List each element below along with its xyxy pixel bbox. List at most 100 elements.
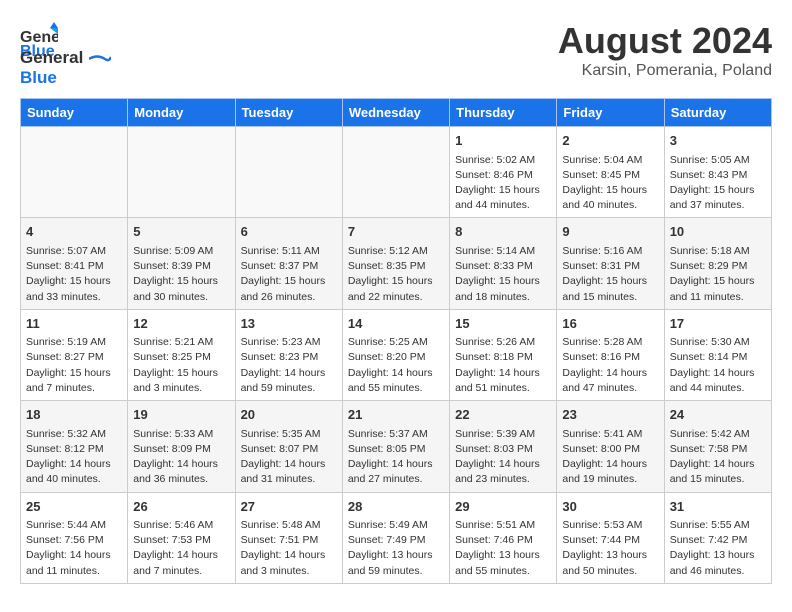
calendar-cell: 28Sunrise: 5:49 AM Sunset: 7:49 PM Dayli… bbox=[342, 492, 449, 583]
calendar-cell: 16Sunrise: 5:28 AM Sunset: 8:16 PM Dayli… bbox=[557, 309, 664, 400]
calendar-cell: 11Sunrise: 5:19 AM Sunset: 8:27 PM Dayli… bbox=[21, 309, 128, 400]
calendar-cell: 2Sunrise: 5:04 AM Sunset: 8:45 PM Daylig… bbox=[557, 127, 664, 218]
day-info: Sunrise: 5:02 AM Sunset: 8:46 PM Dayligh… bbox=[455, 153, 551, 214]
day-number: 3 bbox=[670, 131, 766, 151]
calendar-cell: 13Sunrise: 5:23 AM Sunset: 8:23 PM Dayli… bbox=[235, 309, 342, 400]
day-info: Sunrise: 5:07 AM Sunset: 8:41 PM Dayligh… bbox=[26, 244, 122, 305]
calendar-cell: 6Sunrise: 5:11 AM Sunset: 8:37 PM Daylig… bbox=[235, 218, 342, 309]
day-info: Sunrise: 5:18 AM Sunset: 8:29 PM Dayligh… bbox=[670, 244, 766, 305]
day-number: 21 bbox=[348, 405, 444, 425]
calendar-cell: 3Sunrise: 5:05 AM Sunset: 8:43 PM Daylig… bbox=[664, 127, 771, 218]
calendar-cell: 7Sunrise: 5:12 AM Sunset: 8:35 PM Daylig… bbox=[342, 218, 449, 309]
day-number: 18 bbox=[26, 405, 122, 425]
calendar-cell: 21Sunrise: 5:37 AM Sunset: 8:05 PM Dayli… bbox=[342, 401, 449, 492]
weekday-header-sunday: Sunday bbox=[21, 99, 128, 127]
calendar-cell: 10Sunrise: 5:18 AM Sunset: 8:29 PM Dayli… bbox=[664, 218, 771, 309]
day-number: 31 bbox=[670, 497, 766, 517]
calendar-cell: 25Sunrise: 5:44 AM Sunset: 7:56 PM Dayli… bbox=[21, 492, 128, 583]
day-info: Sunrise: 5:51 AM Sunset: 7:46 PM Dayligh… bbox=[455, 518, 551, 579]
calendar-cell: 15Sunrise: 5:26 AM Sunset: 8:18 PM Dayli… bbox=[450, 309, 557, 400]
calendar-cell: 22Sunrise: 5:39 AM Sunset: 8:03 PM Dayli… bbox=[450, 401, 557, 492]
logo-general: General bbox=[20, 48, 83, 67]
day-info: Sunrise: 5:46 AM Sunset: 7:53 PM Dayligh… bbox=[133, 518, 229, 579]
day-info: Sunrise: 5:37 AM Sunset: 8:05 PM Dayligh… bbox=[348, 427, 444, 488]
calendar-cell: 12Sunrise: 5:21 AM Sunset: 8:25 PM Dayli… bbox=[128, 309, 235, 400]
day-number: 25 bbox=[26, 497, 122, 517]
calendar-cell: 9Sunrise: 5:16 AM Sunset: 8:31 PM Daylig… bbox=[557, 218, 664, 309]
weekday-header-thursday: Thursday bbox=[450, 99, 557, 127]
weekday-header-saturday: Saturday bbox=[664, 99, 771, 127]
day-number: 7 bbox=[348, 222, 444, 242]
calendar-cell: 18Sunrise: 5:32 AM Sunset: 8:12 PM Dayli… bbox=[21, 401, 128, 492]
day-info: Sunrise: 5:25 AM Sunset: 8:20 PM Dayligh… bbox=[348, 335, 444, 396]
day-number: 24 bbox=[670, 405, 766, 425]
title-block: August 2024 Karsin, Pomerania, Poland bbox=[558, 20, 772, 80]
day-number: 28 bbox=[348, 497, 444, 517]
day-number: 5 bbox=[133, 222, 229, 242]
day-info: Sunrise: 5:14 AM Sunset: 8:33 PM Dayligh… bbox=[455, 244, 551, 305]
day-info: Sunrise: 5:12 AM Sunset: 8:35 PM Dayligh… bbox=[348, 244, 444, 305]
calendar-cell: 27Sunrise: 5:48 AM Sunset: 7:51 PM Dayli… bbox=[235, 492, 342, 583]
weekday-header-wednesday: Wednesday bbox=[342, 99, 449, 127]
day-number: 15 bbox=[455, 314, 551, 334]
day-info: Sunrise: 5:26 AM Sunset: 8:18 PM Dayligh… bbox=[455, 335, 551, 396]
calendar-cell: 26Sunrise: 5:46 AM Sunset: 7:53 PM Dayli… bbox=[128, 492, 235, 583]
day-info: Sunrise: 5:21 AM Sunset: 8:25 PM Dayligh… bbox=[133, 335, 229, 396]
logo: General Blue General Blue bbox=[20, 20, 111, 88]
subtitle: Karsin, Pomerania, Poland bbox=[558, 62, 772, 80]
day-info: Sunrise: 5:32 AM Sunset: 8:12 PM Dayligh… bbox=[26, 427, 122, 488]
day-number: 26 bbox=[133, 497, 229, 517]
calendar-table: SundayMondayTuesdayWednesdayThursdayFrid… bbox=[20, 98, 772, 584]
day-info: Sunrise: 5:35 AM Sunset: 8:07 PM Dayligh… bbox=[241, 427, 337, 488]
calendar-cell bbox=[128, 127, 235, 218]
calendar-cell: 31Sunrise: 5:55 AM Sunset: 7:42 PM Dayli… bbox=[664, 492, 771, 583]
calendar-cell: 8Sunrise: 5:14 AM Sunset: 8:33 PM Daylig… bbox=[450, 218, 557, 309]
calendar-cell: 19Sunrise: 5:33 AM Sunset: 8:09 PM Dayli… bbox=[128, 401, 235, 492]
calendar-cell: 5Sunrise: 5:09 AM Sunset: 8:39 PM Daylig… bbox=[128, 218, 235, 309]
week-row-5: 25Sunrise: 5:44 AM Sunset: 7:56 PM Dayli… bbox=[21, 492, 772, 583]
day-number: 6 bbox=[241, 222, 337, 242]
week-row-3: 11Sunrise: 5:19 AM Sunset: 8:27 PM Dayli… bbox=[21, 309, 772, 400]
day-number: 9 bbox=[562, 222, 658, 242]
day-info: Sunrise: 5:44 AM Sunset: 7:56 PM Dayligh… bbox=[26, 518, 122, 579]
day-number: 27 bbox=[241, 497, 337, 517]
weekday-header-monday: Monday bbox=[128, 99, 235, 127]
logo-swoosh bbox=[89, 54, 111, 64]
day-number: 4 bbox=[26, 222, 122, 242]
week-row-2: 4Sunrise: 5:07 AM Sunset: 8:41 PM Daylig… bbox=[21, 218, 772, 309]
day-info: Sunrise: 5:23 AM Sunset: 8:23 PM Dayligh… bbox=[241, 335, 337, 396]
day-info: Sunrise: 5:39 AM Sunset: 8:03 PM Dayligh… bbox=[455, 427, 551, 488]
day-number: 23 bbox=[562, 405, 658, 425]
calendar-cell: 1Sunrise: 5:02 AM Sunset: 8:46 PM Daylig… bbox=[450, 127, 557, 218]
day-number: 30 bbox=[562, 497, 658, 517]
day-info: Sunrise: 5:28 AM Sunset: 8:16 PM Dayligh… bbox=[562, 335, 658, 396]
day-info: Sunrise: 5:49 AM Sunset: 7:49 PM Dayligh… bbox=[348, 518, 444, 579]
day-number: 16 bbox=[562, 314, 658, 334]
day-number: 1 bbox=[455, 131, 551, 151]
day-info: Sunrise: 5:53 AM Sunset: 7:44 PM Dayligh… bbox=[562, 518, 658, 579]
calendar-cell: 30Sunrise: 5:53 AM Sunset: 7:44 PM Dayli… bbox=[557, 492, 664, 583]
day-number: 29 bbox=[455, 497, 551, 517]
day-info: Sunrise: 5:42 AM Sunset: 7:58 PM Dayligh… bbox=[670, 427, 766, 488]
day-info: Sunrise: 5:30 AM Sunset: 8:14 PM Dayligh… bbox=[670, 335, 766, 396]
day-info: Sunrise: 5:55 AM Sunset: 7:42 PM Dayligh… bbox=[670, 518, 766, 579]
week-row-1: 1Sunrise: 5:02 AM Sunset: 8:46 PM Daylig… bbox=[21, 127, 772, 218]
day-info: Sunrise: 5:09 AM Sunset: 8:39 PM Dayligh… bbox=[133, 244, 229, 305]
day-info: Sunrise: 5:04 AM Sunset: 8:45 PM Dayligh… bbox=[562, 153, 658, 214]
day-number: 12 bbox=[133, 314, 229, 334]
weekday-header-tuesday: Tuesday bbox=[235, 99, 342, 127]
calendar-cell bbox=[342, 127, 449, 218]
day-info: Sunrise: 5:48 AM Sunset: 7:51 PM Dayligh… bbox=[241, 518, 337, 579]
day-info: Sunrise: 5:05 AM Sunset: 8:43 PM Dayligh… bbox=[670, 153, 766, 214]
day-number: 17 bbox=[670, 314, 766, 334]
day-number: 11 bbox=[26, 314, 122, 334]
day-info: Sunrise: 5:33 AM Sunset: 8:09 PM Dayligh… bbox=[133, 427, 229, 488]
day-number: 13 bbox=[241, 314, 337, 334]
day-number: 10 bbox=[670, 222, 766, 242]
calendar-cell: 29Sunrise: 5:51 AM Sunset: 7:46 PM Dayli… bbox=[450, 492, 557, 583]
day-info: Sunrise: 5:19 AM Sunset: 8:27 PM Dayligh… bbox=[26, 335, 122, 396]
day-info: Sunrise: 5:11 AM Sunset: 8:37 PM Dayligh… bbox=[241, 244, 337, 305]
calendar-cell: 14Sunrise: 5:25 AM Sunset: 8:20 PM Dayli… bbox=[342, 309, 449, 400]
day-number: 14 bbox=[348, 314, 444, 334]
day-info: Sunrise: 5:16 AM Sunset: 8:31 PM Dayligh… bbox=[562, 244, 658, 305]
